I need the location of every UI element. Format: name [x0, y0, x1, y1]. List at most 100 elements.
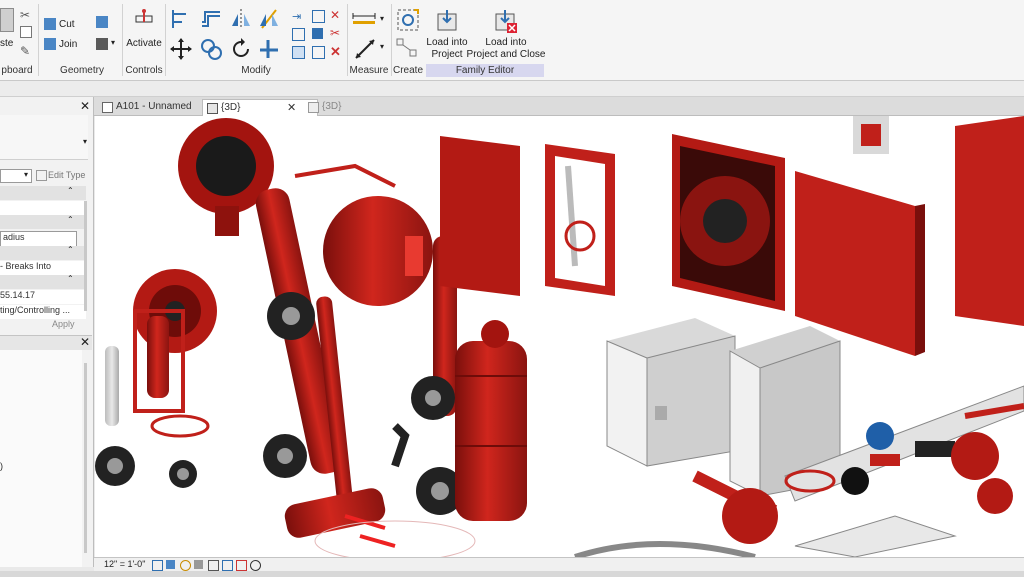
- edit-type-button[interactable]: Edit Type: [48, 170, 85, 180]
- trim-extend-icon[interactable]: [258, 38, 280, 60]
- tree-item-fragment: ): [0, 461, 3, 471]
- mirror-draw-icon[interactable]: [258, 8, 280, 30]
- category-row: ting/Controlling ...: [0, 305, 86, 319]
- detail-level-icon[interactable]: [152, 560, 163, 571]
- radius-field[interactable]: adius: [0, 231, 77, 247]
- sun-path-icon[interactable]: [180, 560, 191, 571]
- view-tabs: A101 - Unnamed {3D} ✕ {3D}: [94, 97, 1024, 116]
- collapse-icon[interactable]: ⌃: [67, 186, 74, 195]
- delete-icon-2[interactable]: ✂: [330, 26, 340, 40]
- offset-icon[interactable]: [200, 8, 222, 30]
- scale-icon[interactable]: [292, 46, 305, 59]
- version-value: 55.14.17: [0, 290, 36, 300]
- breaks-into-value: - Breaks Into: [0, 261, 52, 271]
- modify-group-label: Modify: [241, 65, 271, 76]
- measure-icon[interactable]: [352, 12, 376, 26]
- crop-view-icon[interactable]: [208, 560, 219, 571]
- type-dropdown-icon[interactable]: ▾: [83, 137, 87, 146]
- copy-icon[interactable]: [20, 26, 32, 38]
- fire-cabinets: [440, 116, 1024, 356]
- browser-scrollbar[interactable]: [84, 363, 87, 553]
- close-icon[interactable]: ✕: [80, 99, 90, 113]
- ribbon: ste ✂ ✎ pboard Cut Join ▾ Geometry Activ…: [0, 0, 1024, 81]
- close-tab-icon[interactable]: ✕: [287, 100, 296, 116]
- collapse-icon[interactable]: ⌃: [67, 245, 74, 254]
- load-into-project-icon[interactable]: [436, 8, 458, 32]
- shadows-icon[interactable]: [194, 560, 203, 569]
- split-element-icon[interactable]: ⇥: [292, 10, 301, 23]
- load-close-label-1[interactable]: Load into: [470, 37, 542, 49]
- load-into-project-and-close-icon[interactable]: [494, 8, 518, 34]
- measure-group-label: Measure: [349, 65, 389, 76]
- 3d-model-scene: [95, 116, 1024, 557]
- show-crop-icon[interactable]: [222, 560, 233, 571]
- measure-dropdown-icon[interactable]: ▾: [380, 14, 384, 23]
- array-icon[interactable]: [292, 28, 305, 41]
- tab-3d[interactable]: {3D}: [304, 99, 382, 115]
- load-into-project-label-1[interactable]: Load into: [424, 37, 470, 49]
- properties-panel: ✕ ▾ ▾ Edit Type ⌃ ⌃ adius ⌃ - Breaks Int…: [0, 97, 94, 567]
- create-group-icon[interactable]: [396, 8, 420, 32]
- load-into-project-label-2[interactable]: Project: [424, 49, 470, 61]
- create-similar-icon[interactable]: [396, 38, 418, 58]
- category-value: ting/Controlling ...: [0, 305, 71, 315]
- view-scale[interactable]: 12" = 1'-0": [104, 559, 145, 569]
- dimension-icon[interactable]: [354, 38, 376, 60]
- mirror-axis-icon[interactable]: [230, 8, 252, 30]
- dropdown-arrow-icon[interactable]: ▾: [111, 38, 115, 47]
- wall-joins-icon[interactable]: [96, 38, 108, 50]
- activate-button-label[interactable]: Activate: [126, 38, 162, 50]
- pin-icon[interactable]: [312, 10, 325, 23]
- load-close-label-2[interactable]: Project and Close: [466, 49, 546, 61]
- unpin-icon[interactable]: [312, 28, 323, 39]
- cube-3d-icon: [308, 102, 319, 113]
- paste-icon[interactable]: [0, 8, 14, 32]
- property-row: [0, 201, 86, 215]
- join-button[interactable]: Join: [44, 38, 77, 50]
- visual-style-icon[interactable]: [166, 560, 175, 569]
- temporary-hide-icon[interactable]: [250, 560, 261, 571]
- delete-element-icon[interactable]: ✕: [330, 44, 341, 60]
- options-bar: [0, 81, 1024, 97]
- rotate-icon[interactable]: [230, 38, 252, 60]
- move-icon[interactable]: [170, 38, 192, 60]
- split-face-icon[interactable]: [96, 16, 108, 28]
- close-icon[interactable]: ✕: [80, 335, 90, 349]
- edit-type-icon: [36, 170, 47, 181]
- tab-label: {3D}: [221, 102, 241, 113]
- radius-field-value: adius: [3, 232, 25, 242]
- match-properties-icon[interactable]: ✎: [20, 44, 30, 58]
- delete-icon[interactable]: ✕: [330, 8, 340, 22]
- type-selector[interactable]: [0, 115, 88, 160]
- properties-scrollbar[interactable]: [84, 201, 87, 311]
- floor-plan-icon: [102, 102, 113, 113]
- status-bar: [0, 571, 1024, 577]
- activate-icon[interactable]: [134, 8, 154, 30]
- version-row: 55.14.17: [0, 290, 86, 304]
- geometry-group-label: Geometry: [60, 65, 104, 76]
- join-geometry-icon: [44, 38, 56, 50]
- copy-element-icon[interactable]: [200, 38, 222, 60]
- 3d-viewport[interactable]: [95, 116, 1024, 557]
- collapse-icon[interactable]: ⌃: [67, 274, 74, 283]
- tab-label: A101 - Unnamed: [116, 101, 192, 112]
- split-gap-icon[interactable]: [312, 46, 325, 59]
- apply-button[interactable]: Apply: [52, 319, 75, 329]
- align-icon[interactable]: [170, 8, 190, 30]
- dimension-dropdown-icon[interactable]: ▾: [380, 42, 384, 51]
- project-browser-tree[interactable]: [0, 350, 82, 567]
- tab-3d-active[interactable]: {3D} ✕: [202, 99, 318, 116]
- breaks-into-row: - Breaks Into: [0, 261, 86, 275]
- lock-view-icon[interactable]: [236, 560, 247, 571]
- fire-trolley-left: [95, 269, 217, 488]
- separator: [122, 4, 123, 76]
- chevron-down-icon: ▾: [24, 170, 29, 179]
- scissors-icon[interactable]: ✂: [20, 8, 30, 22]
- project-browser-header: [0, 335, 92, 350]
- cut-button[interactable]: Cut: [44, 18, 75, 30]
- cut-label: Cut: [59, 18, 75, 30]
- tab-a101[interactable]: A101 - Unnamed: [98, 99, 214, 115]
- collapse-icon[interactable]: ⌃: [67, 215, 74, 224]
- join-label: Join: [59, 38, 78, 50]
- view-control-bar: 12" = 1'-0": [94, 557, 1024, 572]
